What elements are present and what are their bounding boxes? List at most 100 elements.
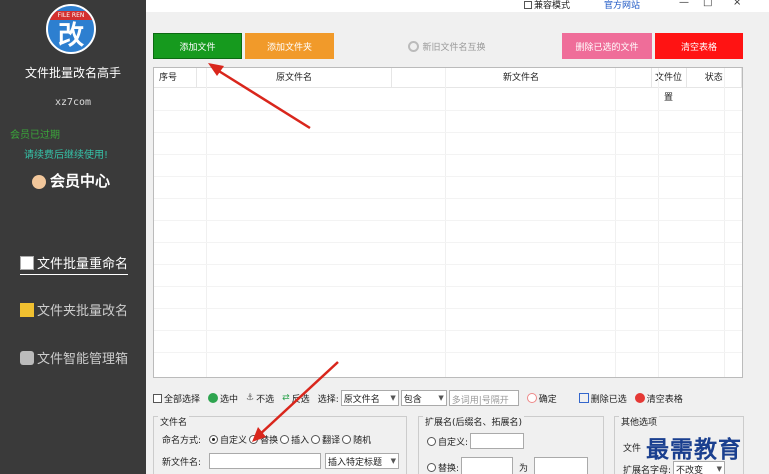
ext-replace-row: 替换: 为	[427, 457, 589, 474]
column-header-seq[interactable]: 序号	[154, 68, 198, 88]
delete-selected-files-button[interactable]: 删除已选的文件	[562, 33, 652, 59]
compat-mode-toggle[interactable]: 兼容模式	[524, 0, 570, 11]
mode-radio-replace[interactable]	[249, 435, 259, 444]
nav-item-folder-rename[interactable]: 文件夹批量改名	[20, 300, 128, 319]
nav-item-file-manager[interactable]: 文件智能管理箱	[20, 348, 128, 367]
renew-link[interactable]: 请续费后继续使用!	[24, 146, 108, 161]
ext-case-value: 不改变	[676, 465, 704, 474]
column-header-location[interactable]: 文件位置	[652, 68, 687, 103]
minimize-button[interactable]: —	[679, 0, 689, 8]
mode-option-label: 翻译	[322, 436, 341, 446]
add-file-button[interactable]: 添加文件	[153, 33, 242, 59]
swap-names-button[interactable]: 新旧文件名互换	[401, 38, 493, 54]
mode-radio-insert[interactable]	[280, 435, 290, 444]
select-button[interactable]: 选中	[208, 392, 238, 405]
watermark: 最需教育	[646, 436, 742, 463]
member-status: 会员已过期	[10, 130, 60, 141]
table-row-divider	[154, 176, 742, 177]
add-folder-button[interactable]: 添加文件夹	[245, 33, 334, 59]
column-header-status[interactable]: 状态	[687, 68, 742, 88]
extension-group-title: 扩展名(后缀名、拓展名)	[423, 415, 525, 428]
mode-radio-random[interactable]	[342, 435, 352, 444]
select-all-label: 全部选择	[164, 394, 201, 405]
table-row-divider	[154, 264, 742, 265]
logo-glyph: 改	[57, 21, 84, 51]
clear-table-button[interactable]: 清空表格	[655, 33, 743, 59]
filename-group-title: 文件名	[158, 415, 190, 428]
field-select[interactable]: 原文件名 ▼	[340, 390, 399, 406]
select-label: 选中	[220, 394, 239, 405]
compat-checkbox[interactable]	[524, 0, 532, 9]
ext-replace-to-input[interactable]	[534, 457, 589, 474]
new-name-label: 新文件名:	[162, 457, 202, 468]
table-header: 序号 原文件名 新文件名 文件位置 状态	[154, 68, 742, 103]
choose-label: 选择:	[317, 394, 339, 405]
ext-replace-from-input[interactable]	[461, 457, 514, 474]
new-name-input[interactable]	[209, 453, 322, 469]
nav-label: 文件智能管理箱	[37, 352, 129, 367]
clear-table-small-button[interactable]: 清空表格	[634, 392, 683, 405]
chevron-down-icon: ▼	[438, 394, 444, 402]
insert-title-select[interactable]: 插入特定标题 ▼	[325, 453, 400, 469]
keyword-input[interactable]: 多词用|号隔开	[448, 390, 519, 406]
table-row-divider	[154, 308, 742, 309]
mode-radio-custom[interactable]	[209, 435, 219, 444]
check-icon	[208, 393, 219, 403]
ext-radio-replace[interactable]	[427, 462, 436, 472]
compat-label: 兼容模式	[534, 1, 571, 11]
mode-row: 命名方式: 自定义 替换 插入 翻译 随机	[162, 433, 371, 446]
table-row-divider	[154, 242, 742, 243]
document-icon	[20, 255, 34, 270]
member-center-label: 会员中心	[50, 172, 111, 190]
ext-radio-custom[interactable]	[427, 436, 436, 446]
app-title: 文件批量改名高手	[24, 66, 121, 80]
select-all-checkbox[interactable]	[153, 393, 162, 403]
invert-icon: ⇄	[282, 393, 290, 403]
toolbox-icon	[20, 350, 34, 365]
deselect-label: 不选	[256, 394, 275, 405]
user-icon	[32, 175, 46, 189]
app-window: FILE REN 改 文件批量改名高手 xz7com 会员已过期 请续费后继续使…	[0, 0, 769, 474]
mode-option-label: 替换	[260, 436, 279, 446]
chevron-down-icon: ▼	[390, 394, 396, 402]
table-row-divider	[154, 110, 742, 111]
confirm-label: 确定	[538, 394, 557, 405]
swap-label: 新旧文件名互换	[422, 42, 486, 53]
table-row-divider	[154, 352, 742, 353]
mode-option-label: 自定义	[220, 436, 248, 446]
mode-option-label: 插入	[291, 436, 310, 446]
file-table[interactable]: 序号 原文件名 新文件名 文件位置 状态	[153, 67, 743, 378]
logo-band: FILE REN	[48, 11, 94, 20]
ext-custom-input[interactable]	[470, 433, 525, 449]
member-center-button[interactable]: 会员中心	[32, 170, 110, 191]
mode-radio-translate[interactable]	[311, 435, 321, 444]
folder-icon	[20, 302, 34, 317]
invert-button[interactable]: ⇄ 反选	[282, 392, 310, 405]
extension-group: 扩展名(后缀名、拓展名) 自定义: 替换: 为	[418, 415, 604, 474]
official-site-link[interactable]: 官方网站	[604, 0, 640, 11]
table-row-divider	[154, 198, 742, 199]
deselect-button[interactable]: ⚓ 不选	[246, 392, 274, 405]
other-options-title: 其他选项	[619, 415, 660, 428]
column-header-original-name[interactable]: 原文件名	[197, 68, 392, 88]
table-row-divider	[154, 132, 742, 133]
nav-label: 文件批量重命名	[37, 257, 129, 272]
maximize-button[interactable]: □	[703, 0, 712, 8]
anchor-icon: ⚓	[246, 393, 255, 403]
mode-option-label: 随机	[353, 436, 372, 446]
table-row-divider	[154, 286, 742, 287]
delete-selected-button[interactable]: 删除已选	[578, 392, 627, 405]
new-name-row: 新文件名: 插入特定标题 ▼	[162, 453, 400, 469]
match-select[interactable]: 包含 ▼	[400, 390, 447, 406]
column-header-new-name[interactable]: 新文件名	[392, 68, 652, 88]
ext-replace-label: 替换:	[438, 463, 460, 474]
ext-as-label: 为	[519, 463, 529, 474]
filename-group: 文件名 命名方式: 自定义 替换 插入 翻译 随机 新文件名: 插入特定标题 ▼	[153, 415, 407, 474]
chevron-down-icon: ▼	[716, 465, 723, 473]
nav-item-file-rename[interactable]: 文件批量重命名	[20, 253, 129, 275]
ext-custom-row: 自定义:	[427, 433, 525, 449]
select-all-toggle[interactable]: 全部选择	[153, 392, 200, 405]
confirm-button[interactable]: 确定	[526, 392, 557, 405]
close-button[interactable]: ×	[733, 0, 741, 8]
clear-table-label: 清空表格	[646, 394, 683, 405]
